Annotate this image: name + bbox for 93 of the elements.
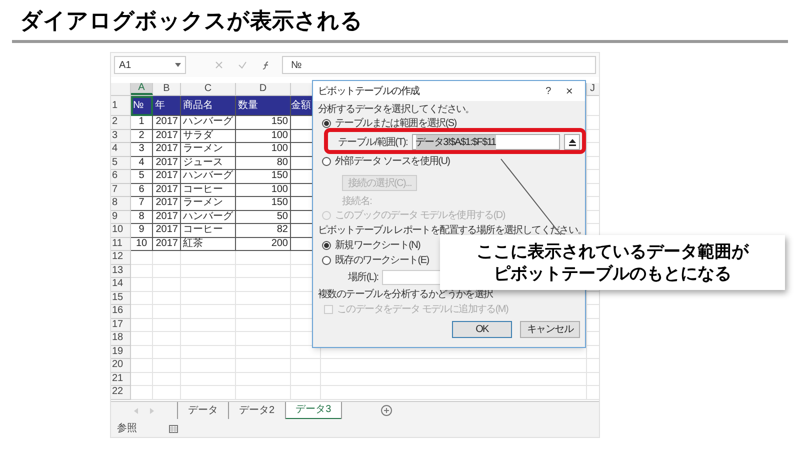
row-number: 19 (112, 346, 124, 357)
table-cell: 2017 (153, 224, 181, 238)
table-cell: 2017 (153, 170, 181, 184)
row-number: 3 (112, 130, 118, 141)
table-cell: № (131, 96, 153, 116)
dialog-button[interactable]: キャンセル (520, 321, 580, 338)
table-cell: 商品名 (181, 96, 236, 116)
table-cell: 紅茶 (181, 238, 236, 251)
column-header[interactable]: D (259, 84, 267, 94)
radio-label: 新規ワークシート(N) (335, 238, 420, 253)
table-cell: 2017 (153, 116, 181, 130)
table-cell: コーヒー (181, 184, 236, 197)
sheet-tab[interactable]: データ3 (284, 402, 342, 420)
table-cell: ハンバーグ (181, 116, 236, 130)
table-cell: 100 (236, 184, 291, 197)
table-cell: 1 (131, 116, 153, 130)
table-cell: 9 (131, 224, 153, 238)
radio-label: 既存のワークシート(E) (335, 254, 429, 268)
row-number: 16 (112, 306, 124, 316)
table-cell: ラーメン (181, 197, 236, 210)
table-cell: 100 (236, 143, 291, 156)
table-cell: 82 (236, 224, 291, 238)
callout-text: ピボットテーブルのもとになる (494, 262, 732, 284)
row-number: 9 (112, 212, 118, 222)
table-cell: 2017 (153, 210, 181, 224)
table-cell: 150 (236, 116, 291, 130)
formula-field[interactable]: № (282, 56, 596, 74)
section-label: 分析するデータを選択してください。 (318, 103, 476, 116)
table-cell: 5 (131, 170, 153, 184)
row-number: 14 (112, 279, 124, 290)
table-cell: 150 (236, 197, 291, 210)
table-cell: 8 (131, 210, 153, 224)
range-field[interactable]: データ3!$A$1:$F$11 (412, 134, 560, 150)
row-number: 1 (112, 100, 118, 110)
dialog-title: ピボットテーブルの作成 (318, 84, 420, 98)
dialog-button[interactable]: OK (452, 321, 512, 338)
status-text: 参照 (117, 422, 137, 436)
column-header[interactable]: B (163, 84, 170, 94)
field-label: 場所(L): (348, 270, 378, 284)
table-cell: 100 (236, 130, 291, 143)
row-number: 7 (112, 184, 118, 195)
radio-label: このブックのデータ モデルを使用する(D) (335, 208, 505, 223)
radio-label: 外部データ ソースを使用(U) (335, 154, 450, 169)
row-number: 11 (112, 238, 122, 249)
table-cell: 50 (236, 210, 291, 224)
row-number: 20 (112, 360, 124, 370)
radio-label: テーブルまたは範囲を選択(S) (335, 116, 456, 131)
table-cell: 150 (236, 170, 291, 184)
table-cell: 2017 (153, 184, 181, 197)
row-number: 8 (112, 198, 118, 208)
row-number: 4 (112, 144, 118, 154)
table-cell: 7 (131, 197, 153, 210)
table-cell: 2017 (153, 238, 181, 251)
column-header[interactable]: J (590, 84, 595, 94)
table-cell: 80 (236, 156, 291, 170)
row-number: 6 (112, 171, 118, 182)
connection-name-label: 接続名: (342, 195, 373, 208)
table-cell: サラダ (181, 130, 236, 143)
table-cell: 6 (131, 184, 153, 197)
table-cell: 2017 (153, 130, 181, 143)
callout-text: ここに表示されているデータ範囲が (476, 240, 748, 262)
row-number: 22 (112, 387, 124, 398)
row-number: 13 (112, 266, 124, 276)
table-cell: コーヒー (181, 224, 236, 238)
table-cell: 数量 (236, 96, 291, 116)
field-label: テーブル/範囲(T): (338, 136, 408, 150)
row-number: 21 (112, 374, 124, 384)
column-header[interactable]: C (204, 84, 212, 94)
table-cell: ラーメン (181, 143, 236, 156)
table-cell: 2017 (153, 156, 181, 170)
row-number: 2 (112, 117, 118, 128)
checkbox-label: このデータをデータ モデルに追加する(M) (337, 302, 508, 316)
table-cell: 4 (131, 156, 153, 170)
close-button[interactable]: × (558, 82, 580, 100)
table-cell: 200 (236, 238, 291, 251)
row-number: 5 (112, 158, 118, 168)
table-cell: ハンバーグ (181, 210, 236, 224)
table-cell: 年 (153, 96, 181, 116)
table-cell: 10 (131, 238, 153, 251)
table-cell: ジュース (181, 156, 236, 170)
table-cell: ハンバーグ (181, 170, 236, 184)
name-box[interactable]: A1 (114, 56, 186, 74)
table-cell: 2 (131, 130, 153, 143)
table-cell: 3 (131, 143, 153, 156)
row-number: 10 (112, 225, 124, 236)
row-number: 12 (112, 252, 124, 262)
table-cell: 2017 (153, 143, 181, 156)
row-number: 17 (112, 320, 124, 330)
row-number: 18 (112, 333, 124, 344)
row-number: 15 (112, 292, 124, 303)
table-cell: 2017 (153, 197, 181, 210)
slide-heading: ダイアログボックスが表示される (20, 7, 364, 35)
help-button[interactable]: ? (538, 84, 558, 98)
